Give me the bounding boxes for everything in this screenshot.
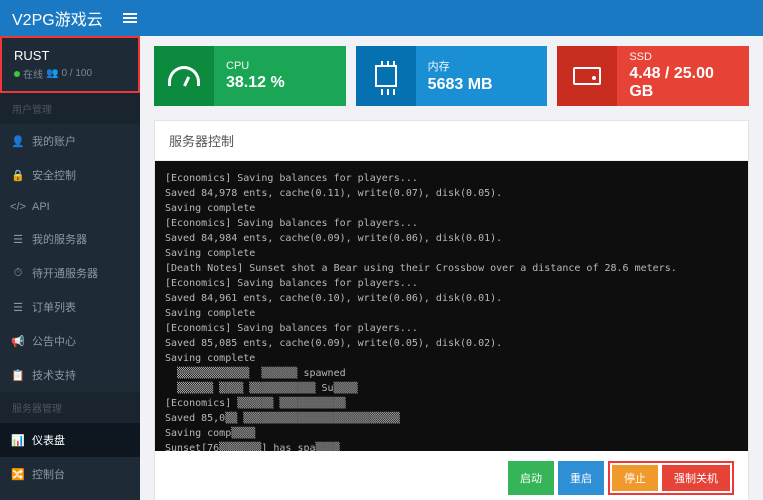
panel-title: 服务器控制 bbox=[155, 121, 748, 161]
nav-item-技术支持[interactable]: 📋 技术支持 bbox=[0, 358, 140, 392]
nav-section-server: 服务器管理 bbox=[0, 392, 140, 423]
server-info-box[interactable]: RUST 在线 👥 0 / 100 bbox=[0, 36, 140, 93]
nav-icon: 👤 bbox=[12, 135, 24, 148]
nav-section-user: 用户管理 bbox=[0, 93, 140, 124]
stat-memory: 内存 5683 MB bbox=[356, 46, 548, 106]
nav-item-公告中心[interactable]: 📢 公告中心 bbox=[0, 324, 140, 358]
nav-item-待开通服务器[interactable]: ⏱ 待开通服务器 bbox=[0, 256, 140, 290]
nav-icon: ☰ bbox=[12, 233, 24, 246]
stop-button[interactable]: 停止 bbox=[612, 465, 658, 491]
nav-item-我的账户[interactable]: 👤 我的账户 bbox=[0, 124, 140, 158]
nav-label: API bbox=[32, 201, 50, 213]
nav-icon: 🔒 bbox=[12, 169, 24, 182]
nav-label: 待开通服务器 bbox=[32, 265, 98, 281]
nav-icon: 📢 bbox=[12, 335, 24, 348]
gauge-icon bbox=[154, 46, 214, 106]
nav-item-订单列表[interactable]: ☰ 订单列表 bbox=[0, 290, 140, 324]
users-icon: 👥 bbox=[46, 68, 58, 79]
nav-item-启动参数[interactable]: ⚙启动参数 bbox=[0, 491, 140, 500]
server-status: 在线 👥 0 / 100 bbox=[14, 66, 126, 81]
nav-label: 控制台 bbox=[32, 466, 65, 482]
restart-button[interactable]: 重启 bbox=[558, 461, 604, 495]
action-bar: 启动 重启 停止 强制关机 bbox=[155, 451, 748, 500]
server-name: RUST bbox=[14, 48, 126, 63]
force-kill-button[interactable]: 强制关机 bbox=[662, 465, 730, 491]
nav-icon: ⏱ bbox=[12, 267, 24, 280]
start-button[interactable]: 启动 bbox=[508, 461, 554, 495]
nav-icon: 📊 bbox=[12, 434, 24, 447]
nav-label: 安全控制 bbox=[32, 167, 76, 183]
nav-label: 我的服务器 bbox=[32, 231, 87, 247]
stat-ssd: SSD 4.48 / 25.00 GB bbox=[557, 46, 749, 106]
nav-label: 仪表盘 bbox=[32, 432, 65, 448]
nav-item-控制台[interactable]: 🔀 控制台 bbox=[0, 457, 140, 491]
stat-cpu: CPU 38.12 % bbox=[154, 46, 346, 106]
stats-row: CPU 38.12 % 内存 5683 MB SSD 4.48 / 25.00 … bbox=[154, 46, 749, 106]
nav-label: 公告中心 bbox=[32, 333, 76, 349]
control-panel: 服务器控制 [Economics] Saving balances for pl… bbox=[154, 120, 749, 500]
nav-item-API[interactable]: </> API bbox=[0, 192, 140, 222]
nav-label: 订单列表 bbox=[32, 299, 76, 315]
drive-icon bbox=[557, 46, 617, 106]
status-dot-icon bbox=[14, 71, 20, 77]
nav-icon: ☰ bbox=[12, 301, 24, 314]
nav-label: 我的账户 bbox=[32, 133, 76, 149]
console-output[interactable]: [Economics] Saving balances for players.… bbox=[155, 161, 748, 451]
nav-item-安全控制[interactable]: 🔒 安全控制 bbox=[0, 158, 140, 192]
main-content: CPU 38.12 % 内存 5683 MB SSD 4.48 / 25.00 … bbox=[140, 36, 763, 500]
chip-icon bbox=[356, 46, 416, 106]
nav-icon: 🔀 bbox=[12, 468, 24, 481]
menu-toggle-icon[interactable] bbox=[123, 11, 137, 25]
nav-item-我的服务器[interactable]: ☰ 我的服务器 bbox=[0, 222, 140, 256]
nav-label: 技术支持 bbox=[32, 367, 76, 383]
stop-group-highlight: 停止 强制关机 bbox=[608, 461, 734, 495]
nav-item-仪表盘[interactable]: 📊 仪表盘 bbox=[0, 423, 140, 457]
logo: V2PG游戏云 bbox=[12, 6, 103, 30]
nav-icon: 📋 bbox=[12, 369, 24, 382]
topbar: V2PG游戏云 bbox=[0, 0, 763, 36]
sidebar: RUST 在线 👥 0 / 100 用户管理 👤 我的账户 🔒 安全控制 </> API ☰… bbox=[0, 36, 140, 500]
nav-icon: </> bbox=[12, 201, 24, 213]
